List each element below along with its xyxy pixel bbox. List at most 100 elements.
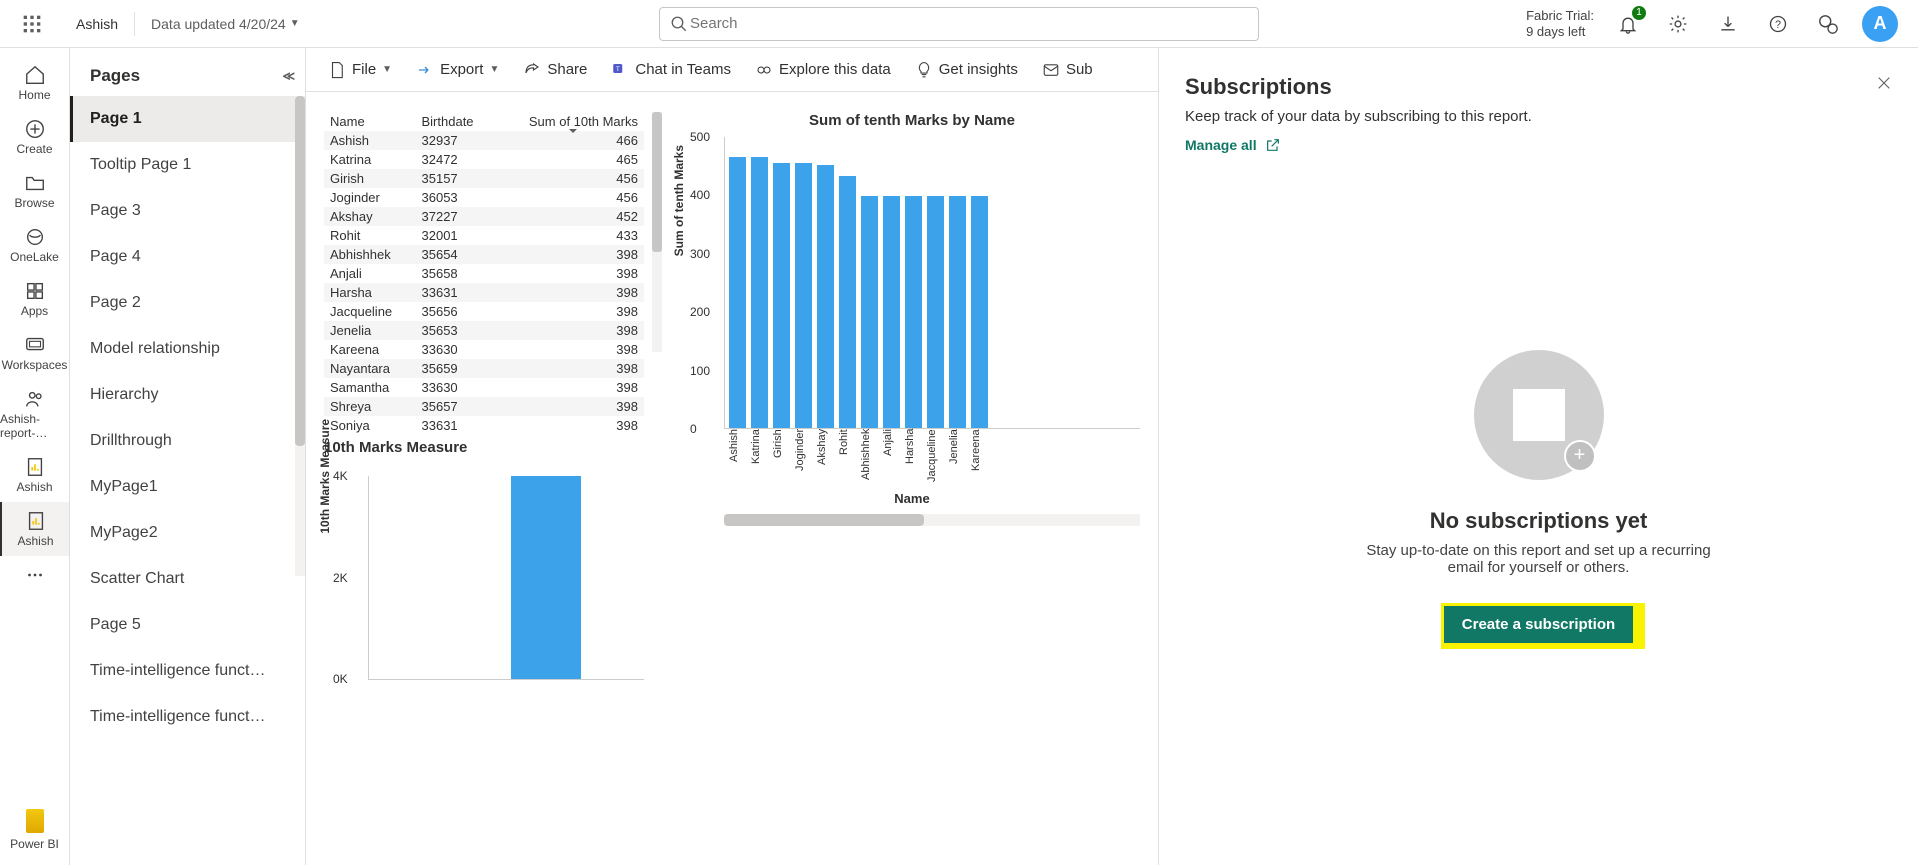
table-row[interactable]: Kareena33630398 xyxy=(324,340,644,359)
page-item[interactable]: MyPage1 xyxy=(70,464,305,510)
export-menu[interactable]: Export ▼ xyxy=(406,57,509,83)
scrollbar-thumb[interactable] xyxy=(295,96,305,446)
table-row[interactable]: Soniya33631398 xyxy=(324,416,644,435)
create-subscription-button[interactable]: Create a subscription xyxy=(1444,606,1633,643)
table-scrollbar[interactable] xyxy=(652,112,662,352)
page-item[interactable]: Tooltip Page 1 xyxy=(70,142,305,188)
folder-icon xyxy=(24,172,46,194)
col-name[interactable]: Name xyxy=(324,112,416,131)
table-row[interactable]: Samantha33630398 xyxy=(324,378,644,397)
app-launcher-button[interactable] xyxy=(8,0,56,48)
rail-item-more[interactable] xyxy=(0,556,69,594)
table-cell: 32001 xyxy=(416,226,495,245)
rail-item-ashish[interactable]: Ashish xyxy=(0,502,69,556)
page-item[interactable]: Drillthrough xyxy=(70,418,305,464)
manage-all-link[interactable]: Manage all xyxy=(1185,137,1892,153)
download-button[interactable] xyxy=(1712,8,1744,40)
table-row[interactable]: Anjali35658398 xyxy=(324,264,644,283)
table-cell: 36053 xyxy=(416,188,495,207)
bar[interactable] xyxy=(927,196,944,428)
table-row[interactable]: Abhishhek35654398 xyxy=(324,245,644,264)
bar[interactable] xyxy=(883,196,900,428)
search-input[interactable] xyxy=(688,14,1248,33)
page-item[interactable]: Scatter Chart xyxy=(70,556,305,602)
rail-item-ashish[interactable]: Ashish xyxy=(0,448,69,502)
bar[interactable] xyxy=(861,196,878,428)
bar[interactable] xyxy=(795,163,812,428)
big-bar-chart[interactable]: Sum of tenth Marks by Name Sum of tenth … xyxy=(684,112,1140,845)
rail-item-apps[interactable]: Apps xyxy=(0,272,69,326)
rail-item-onelake[interactable]: OneLake xyxy=(0,218,69,272)
table-visual[interactable]: Name Birthdate Sum of 10th Marks Ashish3… xyxy=(324,112,644,456)
scrollbar-thumb[interactable] xyxy=(652,112,662,252)
collapse-pages-button[interactable]: ≪ xyxy=(282,69,295,83)
page-item[interactable]: Page 3 xyxy=(70,188,305,234)
rail-item-create[interactable]: Create xyxy=(0,110,69,164)
close-button[interactable] xyxy=(1876,74,1892,97)
table-row[interactable]: Nayantara35659398 xyxy=(324,359,644,378)
data-updated-dropdown[interactable]: Data updated 4/20/24 ▼ xyxy=(151,16,300,32)
page-item[interactable]: MyPage2 xyxy=(70,510,305,556)
page-item[interactable]: Page 4 xyxy=(70,234,305,280)
search-box[interactable] xyxy=(659,7,1259,41)
flyout-title: Subscriptions xyxy=(1185,74,1332,100)
bar[interactable] xyxy=(729,157,746,428)
page-item[interactable]: Page 5 xyxy=(70,602,305,648)
scrollbar-thumb[interactable] xyxy=(724,514,924,526)
mini-bar[interactable] xyxy=(511,476,581,679)
feedback-button[interactable] xyxy=(1812,8,1844,40)
table-row[interactable]: Shreya35657398 xyxy=(324,397,644,416)
bar[interactable] xyxy=(971,196,988,428)
rail-bottom[interactable]: Power BI xyxy=(0,801,69,865)
bar[interactable] xyxy=(817,165,834,428)
settings-button[interactable] xyxy=(1662,8,1694,40)
page-item[interactable]: Time-intelligence funct… xyxy=(70,648,305,694)
table-row[interactable]: Akshay37227452 xyxy=(324,207,644,226)
table-row[interactable]: Girish35157456 xyxy=(324,169,644,188)
pages-scrollbar[interactable] xyxy=(295,96,305,576)
table-row[interactable]: Jacqueline35656398 xyxy=(324,302,644,321)
bar[interactable] xyxy=(773,163,790,428)
mini-plot-area: 4K 2K 0K xyxy=(368,476,644,680)
table-row[interactable]: Ashish32937466 xyxy=(324,131,644,150)
insights-button[interactable]: Get insights xyxy=(905,57,1028,83)
table-row[interactable]: Rohit32001433 xyxy=(324,226,644,245)
chat-teams-button[interactable]: T Chat in Teams xyxy=(601,57,741,83)
col-birthdate[interactable]: Birthdate xyxy=(416,112,495,131)
bar[interactable] xyxy=(839,176,856,428)
table-row[interactable]: Jenelia35653398 xyxy=(324,321,644,340)
page-item[interactable]: Hierarchy xyxy=(70,372,305,418)
page-item[interactable]: Page 1 xyxy=(70,96,305,142)
table-row[interactable]: Katrina32472465 xyxy=(324,150,644,169)
avatar[interactable]: A xyxy=(1862,6,1898,42)
page-item[interactable]: Time-intelligence funct… xyxy=(70,694,305,740)
bar[interactable] xyxy=(751,157,768,428)
share-button[interactable]: Share xyxy=(513,57,597,83)
trial-status[interactable]: Fabric Trial: 9 days left xyxy=(1526,8,1594,39)
rail-item-browse[interactable]: Browse xyxy=(0,164,69,218)
explore-button[interactable]: Explore this data xyxy=(745,57,901,83)
mini-bar-chart[interactable]: 10th Marks Measure 4K 2K 0K xyxy=(324,476,644,706)
table-row[interactable]: Joginder36053456 xyxy=(324,188,644,207)
help-button[interactable]: ? xyxy=(1762,8,1794,40)
notifications-button[interactable]: 1 xyxy=(1612,8,1644,40)
table-row[interactable]: Harsha33631398 xyxy=(324,283,644,302)
page-item[interactable]: Page 2 xyxy=(70,280,305,326)
table-cell: 398 xyxy=(495,245,644,264)
report-name[interactable]: Ashish xyxy=(76,16,118,32)
rail-item-ashish-report-[interactable]: Ashish-report-… xyxy=(0,380,69,448)
empty-state-illustration: + xyxy=(1474,350,1604,480)
rail-item-workspaces[interactable]: Workspaces xyxy=(0,326,69,380)
rail-item-home[interactable]: Home xyxy=(0,56,69,110)
table-cell: 452 xyxy=(495,207,644,226)
x-tick-label: Rohit xyxy=(838,429,855,487)
subscribe-button[interactable]: Sub xyxy=(1032,57,1103,83)
file-menu[interactable]: File ▼ xyxy=(318,57,402,83)
col-sum-marks[interactable]: Sum of 10th Marks xyxy=(495,112,644,131)
bar[interactable] xyxy=(949,196,966,428)
bar[interactable] xyxy=(905,196,922,428)
x-tick-label: Katrina xyxy=(750,429,767,487)
page-item[interactable]: Model relationship xyxy=(70,326,305,372)
table-cell: 398 xyxy=(495,359,644,378)
chart-hscrollbar[interactable] xyxy=(724,514,1140,526)
